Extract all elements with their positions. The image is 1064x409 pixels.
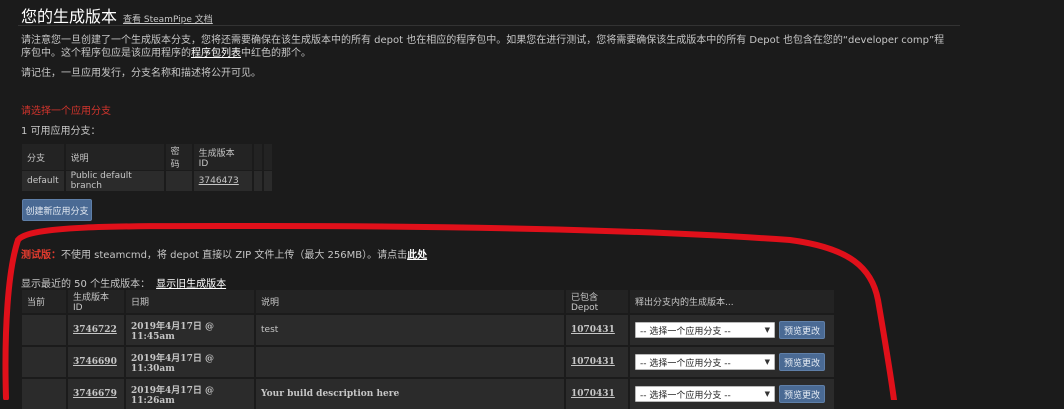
steampipe-docs-link[interactable]: 查看 SteamPipe 文档 (123, 12, 213, 25)
title-row: 您的生成版本 查看 SteamPipe 文档 (21, 3, 213, 26)
branch-password (164, 170, 194, 191)
chevron-down-icon: ▼ (764, 390, 770, 398)
build-depot-cell: 1070431 (565, 345, 630, 378)
build-id-cell: 3746690 (67, 345, 126, 378)
preview-changes-button[interactable]: 预览更改 (779, 385, 825, 403)
build-id-cell: 3746722 (67, 313, 126, 346)
branch-build-id-link[interactable]: 3746473 (199, 176, 239, 186)
branch-table-header: 分支 说明 密码 生成版本 ID (22, 144, 274, 171)
col-set-live: 释出分支内的生成版本... (629, 290, 836, 314)
recent-builds-line: 显示最近的 50 个生成版本： 显示旧生成版本 (21, 275, 226, 290)
show-old-builds-link[interactable]: 显示旧生成版本 (156, 279, 226, 290)
branch-select[interactable]: -- 选择一个应用分支 -- ▼ (635, 322, 775, 338)
col-build-id: 生成版本 ID (192, 144, 254, 171)
recent-builds-label: 显示最近的 50 个生成版本： (21, 279, 151, 290)
build-current (22, 377, 68, 409)
branch-select[interactable]: -- 选择一个应用分支 -- ▼ (635, 354, 775, 370)
build-depot-cell: 1070431 (565, 313, 630, 346)
build-row: 3746722 2019年4月17日 @ 11:45am test 107043… (22, 313, 836, 346)
col-branch: 分支 (22, 144, 66, 171)
branch-row: default Public default branch 3746473 (22, 170, 274, 191)
build-depot-cell: 1070431 (565, 377, 630, 409)
intro-text-after: 中红色的那个。 (241, 48, 311, 59)
preview-changes-button[interactable]: 预览更改 (779, 353, 825, 371)
branch-extra-b (262, 170, 274, 191)
branch-select-value: -- 选择一个应用分支 -- (640, 358, 731, 369)
branch-name: default (22, 170, 66, 191)
col-description: 说明 (64, 144, 166, 171)
branch-select-value: -- 选择一个应用分支 -- (640, 326, 731, 337)
package-list-link[interactable]: 程序包列表 (191, 48, 241, 59)
branch-count-label: 1 可用应用分支： (21, 126, 101, 137)
build-id-link[interactable]: 3746679 (73, 389, 117, 399)
chevron-down-icon: ▼ (764, 326, 770, 334)
intro-text-before: 请注意您一旦创建了一个生成版本分支，您将还需要确保在该生成版本中的所有 depo… (21, 35, 945, 59)
build-id-link[interactable]: 3746722 (73, 325, 117, 335)
col-current: 当前 (22, 290, 68, 314)
build-description: test (255, 313, 566, 346)
col-extra-a (252, 144, 264, 171)
beta-upload-notice: 测试版：不使用 steamcmd，将 depot 直接以 ZIP 文件上传（最大… (21, 246, 427, 261)
build-id-link[interactable]: 3746690 (73, 357, 117, 367)
intro-paragraph: 请注意您一旦创建了一个生成版本分支，您将还需要确保在该生成版本中的所有 depo… (21, 34, 951, 60)
builds-table: 当前 生成版本 ID 日期 说明 已包含 Depot 释出分支内的生成版本...… (22, 290, 836, 409)
col-extra-b (262, 144, 274, 171)
col-depots: 已包含 Depot (565, 290, 630, 314)
chevron-down-icon: ▼ (764, 358, 770, 366)
branch-extra-a (252, 170, 264, 191)
col-password: 密码 (164, 144, 194, 171)
zip-upload-link[interactable]: 此处 (407, 250, 427, 261)
branch-description: Public default branch (64, 170, 166, 191)
col-description: 说明 (255, 290, 566, 314)
select-branch-warning: 请选择一个应用分支 (21, 106, 111, 117)
build-description: Your build description here (255, 377, 566, 409)
create-branch-button[interactable]: 创建新应用分支 (22, 199, 92, 221)
build-set-live-cell: -- 选择一个应用分支 -- ▼ 预览更改 (629, 377, 836, 409)
beta-label: 测试版： (21, 250, 61, 261)
build-current (22, 345, 68, 378)
build-description (255, 345, 566, 378)
depot-link[interactable]: 1070431 (571, 357, 615, 367)
build-date: 2019年4月17日 @ 11:26am (125, 377, 256, 409)
build-current (22, 313, 68, 346)
preview-changes-button[interactable]: 预览更改 (779, 321, 825, 339)
visibility-note: 请记住，一旦应用发行，分支名称和描述将公开可见。 (21, 68, 261, 79)
build-set-live-cell: -- 选择一个应用分支 -- ▼ 预览更改 (629, 345, 836, 378)
builds-table-header: 当前 生成版本 ID 日期 说明 已包含 Depot 释出分支内的生成版本... (22, 290, 836, 314)
build-set-live-cell: -- 选择一个应用分支 -- ▼ 预览更改 (629, 313, 836, 346)
page-title: 您的生成版本 (21, 7, 118, 26)
build-date: 2019年4月17日 @ 11:30am (125, 345, 256, 378)
branch-select-value: -- 选择一个应用分支 -- (640, 390, 731, 401)
col-date: 日期 (125, 290, 256, 314)
beta-text: 不使用 steamcmd，将 depot 直接以 ZIP 文件上传（最大 256… (61, 250, 408, 261)
build-id-cell: 3746679 (67, 377, 126, 409)
build-row: 3746690 2019年4月17日 @ 11:30am 1070431 -- … (22, 345, 836, 378)
build-row: 3746679 2019年4月17日 @ 11:26am Your build … (22, 377, 836, 409)
title-divider (18, 25, 960, 26)
col-build-id: 生成版本 ID (67, 290, 126, 314)
depot-link[interactable]: 1070431 (571, 389, 615, 399)
branch-build-id-cell: 3746473 (192, 170, 254, 191)
build-date: 2019年4月17日 @ 11:45am (125, 313, 256, 346)
branch-table: 分支 说明 密码 生成版本 ID default Public default … (22, 144, 274, 191)
depot-link[interactable]: 1070431 (571, 325, 615, 335)
